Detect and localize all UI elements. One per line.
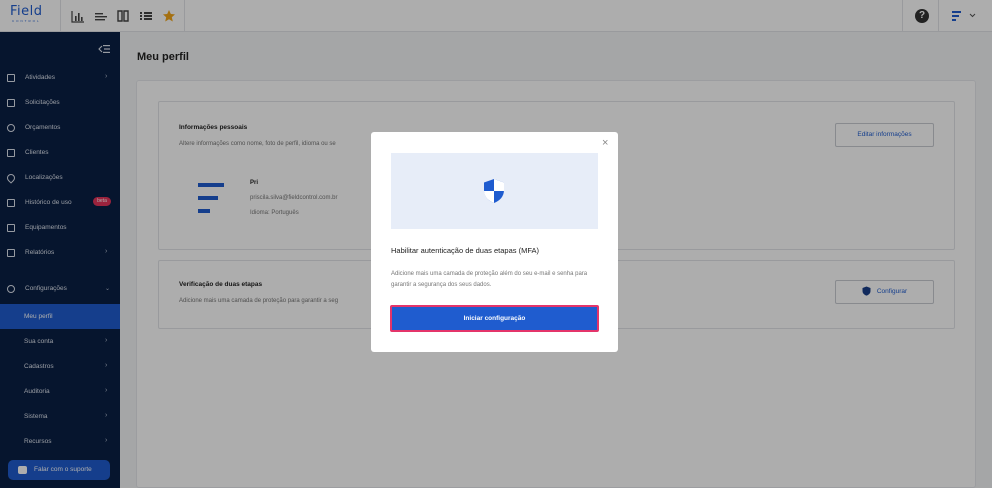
shield-icon — [484, 179, 504, 203]
mfa-modal: × Habilitar autenticação de duas etapas … — [371, 132, 618, 352]
close-icon[interactable]: × — [602, 138, 608, 149]
modal-description: Adicione mais uma camada de proteção alé… — [391, 271, 588, 288]
modal-title: Habilitar autenticação de duas etapas (M… — [391, 246, 539, 255]
start-configuration-button[interactable]: Iniciar configuração — [390, 305, 599, 332]
mfa-illustration — [391, 153, 598, 229]
